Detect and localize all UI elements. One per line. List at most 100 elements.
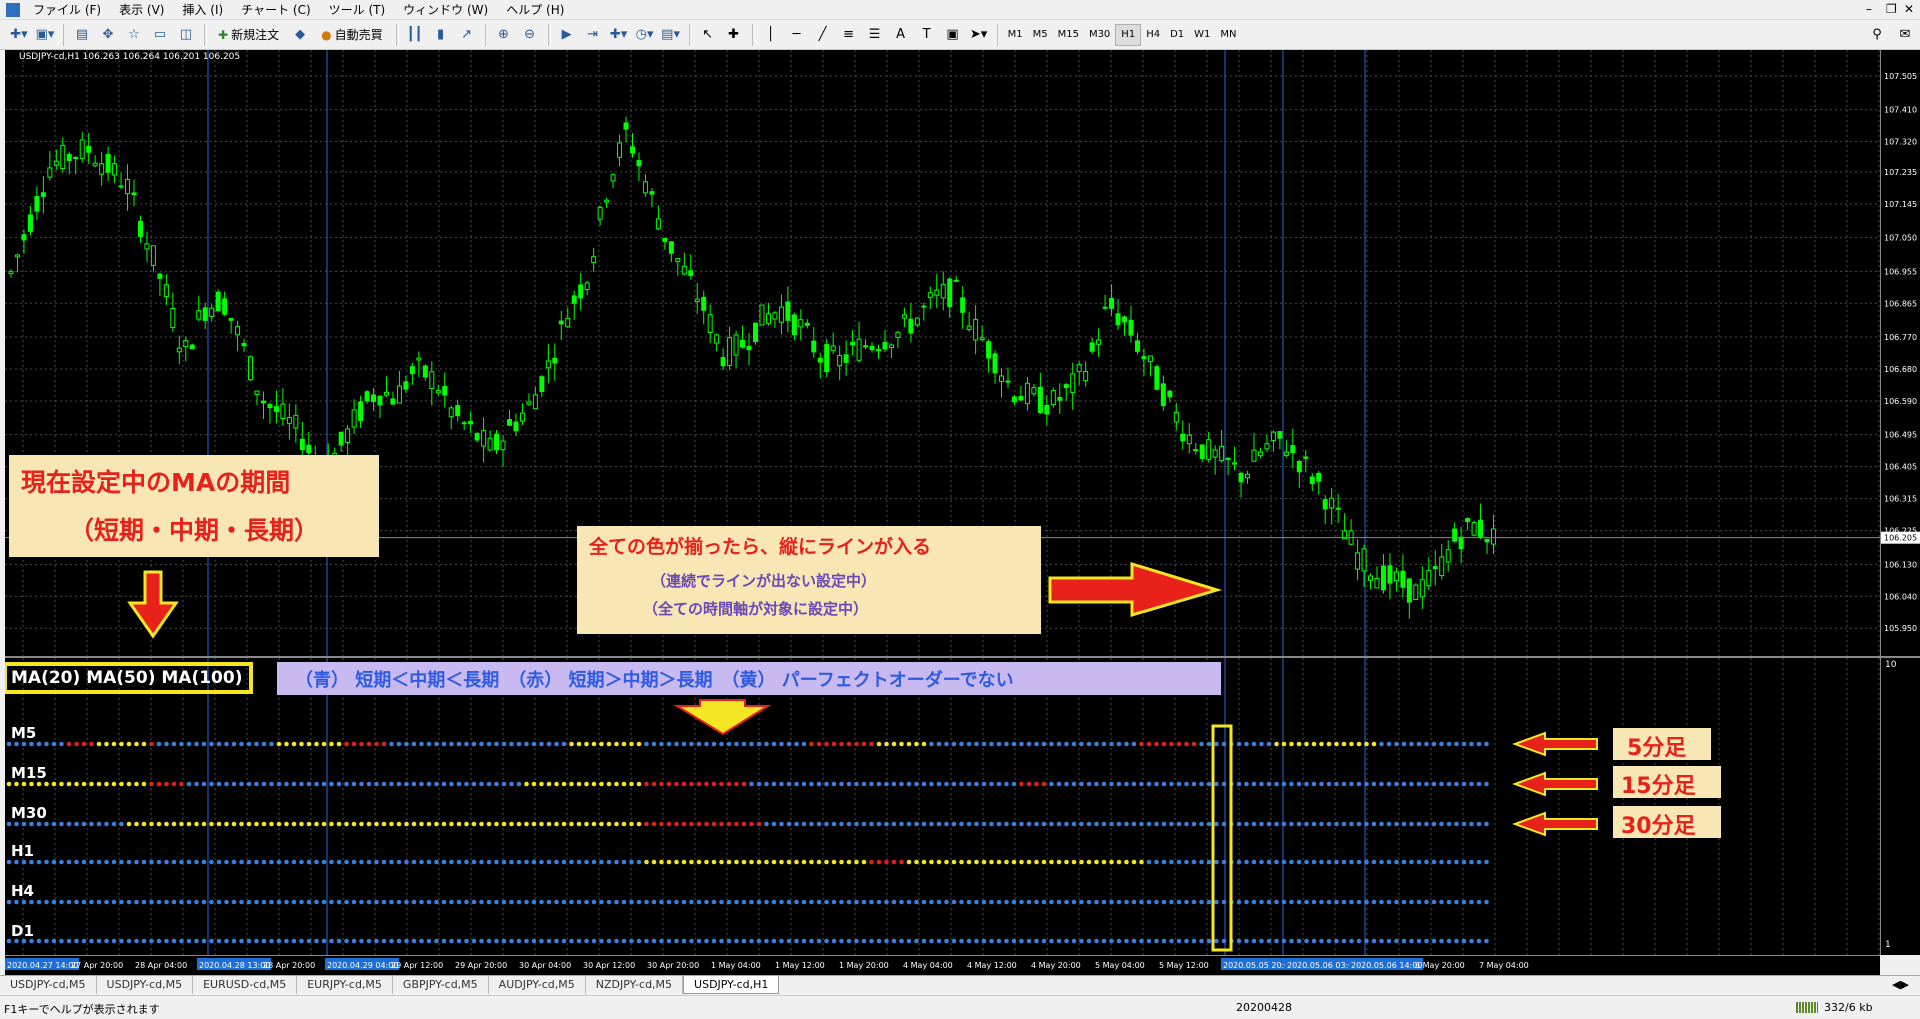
- channel-icon[interactable]: ≡: [838, 24, 860, 46]
- ma-order-dot: [149, 781, 154, 787]
- ma-order-dot: [509, 781, 514, 787]
- tf-mn[interactable]: MN: [1215, 25, 1241, 45]
- ma-order-dot: [1056, 859, 1062, 865]
- ma-order-dot: [1281, 859, 1287, 865]
- ma-order-dot: [951, 938, 957, 944]
- menu-file[interactable]: ファイル (F): [24, 1, 110, 18]
- horizontal-line-icon[interactable]: ─: [786, 24, 808, 46]
- ma-order-dot: [1041, 781, 1047, 787]
- text-label-icon[interactable]: T: [916, 24, 938, 46]
- indicators-icon[interactable]: ✚▾: [608, 24, 630, 46]
- auto-trade-button[interactable]: ● 自動売買: [315, 24, 389, 46]
- market-watch-icon[interactable]: ▤: [71, 24, 93, 46]
- ma-order-dot: [674, 859, 679, 865]
- ma-order-dot: [584, 821, 589, 827]
- profiles-icon[interactable]: ▣▾: [34, 24, 56, 46]
- new-order-button[interactable]: ✚ 新規注文: [212, 24, 285, 46]
- ma-order-dot: [389, 821, 394, 827]
- time-axis[interactable]: 2020.04.27 14:00 27 Apr 20:00 28 Apr 04:00…: [5, 955, 1880, 975]
- candle-body: [688, 270, 694, 276]
- chart-shift-icon[interactable]: ⇥: [582, 24, 604, 46]
- auto-scroll-icon[interactable]: ▶: [556, 24, 578, 46]
- ma-order-dot: [861, 781, 867, 787]
- navigator-icon[interactable]: ☆: [123, 24, 145, 46]
- tf-m15[interactable]: M15: [1053, 25, 1084, 45]
- ma-order-dot: [696, 781, 702, 787]
- ma-order-dot: [914, 781, 919, 787]
- ma-order-dot: [486, 821, 492, 827]
- ma-order-dot: [756, 938, 762, 944]
- zoom-in-icon[interactable]: ⊕: [493, 24, 515, 46]
- ma-order-dot: [854, 781, 859, 787]
- tf-d1[interactable]: D1: [1165, 25, 1189, 45]
- tf-h4[interactable]: H4: [1141, 25, 1165, 45]
- ma-order-dot: [576, 899, 582, 905]
- tf-w1[interactable]: W1: [1189, 25, 1215, 45]
- close-icon[interactable]: ✕: [1904, 2, 1914, 16]
- ma-order-dot: [854, 741, 859, 747]
- vertical-line-icon[interactable]: │: [760, 24, 782, 46]
- ma-order-dot: [1296, 781, 1302, 787]
- templates-icon[interactable]: ▤▾: [660, 24, 682, 46]
- menu-tools[interactable]: ツール (T): [320, 1, 395, 18]
- data-window-icon[interactable]: ✥: [97, 24, 119, 46]
- candle-body: [14, 254, 20, 258]
- arrows-icon[interactable]: ➤▾: [968, 24, 990, 46]
- ma-order-dot: [1214, 741, 1219, 747]
- indicator-window[interactable]: MA(20) MA(50) MA(100) （青） 短期＜中期＜長期 （赤） 短…: [5, 658, 1880, 955]
- tab-audjpy-m5[interactable]: AUDJPY-cd,M5: [489, 976, 586, 994]
- ma-order-dot: [344, 938, 349, 944]
- ma-order-dot: [396, 938, 402, 944]
- text-icon[interactable]: A: [890, 24, 912, 46]
- crosshair-icon[interactable]: ✚: [723, 24, 745, 46]
- candle-body: [1303, 456, 1309, 459]
- tabs-scroll-icon[interactable]: ◀▶: [1892, 978, 1909, 991]
- tab-usdjpy-m5[interactable]: USDJPY-cd,M5: [0, 976, 97, 994]
- tf-m5[interactable]: M5: [1028, 25, 1053, 45]
- tester-icon[interactable]: ◫: [175, 24, 197, 46]
- candle-body: [500, 440, 506, 451]
- menu-view[interactable]: 表示 (V): [110, 1, 173, 18]
- menu-window[interactable]: ウィンドウ (W): [394, 1, 497, 18]
- tab-usdjpy-h1[interactable]: USDJPY-cd,H1: [683, 976, 780, 994]
- candle-body: [1270, 431, 1276, 442]
- rectangle-icon[interactable]: ▣: [942, 24, 964, 46]
- tab-gbpjpy-m5[interactable]: GBPJPY-cd,M5: [393, 976, 489, 994]
- tab-nzdjpy-m5[interactable]: NZDJPY-cd,M5: [586, 976, 684, 994]
- candle-body: [1471, 522, 1477, 536]
- bar-chart-icon[interactable]: ┃┃: [404, 24, 426, 46]
- chat-icon[interactable]: ✉: [1894, 24, 1916, 46]
- tab-usdjpy-m5-2[interactable]: USDJPY-cd,M5: [97, 976, 194, 994]
- ma-order-dot: [194, 781, 199, 787]
- tab-eurjpy-m5[interactable]: EURJPY-cd,M5: [297, 976, 393, 994]
- ma-order-dot: [1131, 821, 1137, 827]
- cursor-icon[interactable]: ↖: [697, 24, 719, 46]
- tf-m1[interactable]: M1: [1003, 25, 1028, 45]
- trend-line-icon[interactable]: ╱: [812, 24, 834, 46]
- main-chart[interactable]: 現在設定中のMAの期間 （短期・中期・長期） 全ての色が揃ったら、縦にラインが入…: [5, 50, 1880, 656]
- line-chart-icon[interactable]: ↗: [456, 24, 478, 46]
- menu-help[interactable]: ヘルプ (H): [497, 1, 573, 18]
- fibonacci-icon[interactable]: ☰: [864, 24, 886, 46]
- zoom-out-icon[interactable]: ⊖: [519, 24, 541, 46]
- candle-chart-icon[interactable]: ▮: [430, 24, 452, 46]
- price-axis[interactable]: 107.505 107.410 107.320 107.235 107.145 107.0…: [1880, 50, 1920, 656]
- toolbar-separator: [751, 23, 753, 46]
- search-icon[interactable]: ⚲: [1866, 24, 1888, 46]
- minimize-icon[interactable]: –: [1866, 2, 1872, 16]
- menu-chart[interactable]: チャート (C): [232, 1, 319, 18]
- periods-icon[interactable]: ◷▾: [634, 24, 656, 46]
- metaeditor-icon[interactable]: ◆: [289, 24, 311, 46]
- tab-eurusd-m5[interactable]: EURUSD-cd,M5: [193, 976, 298, 994]
- candle-body: [623, 122, 629, 130]
- ma-order-dot: [1386, 899, 1392, 905]
- new-chart-icon[interactable]: ✚▾: [8, 24, 30, 46]
- ma-order-dot: [66, 821, 72, 827]
- menu-insert[interactable]: 挿入 (I): [173, 1, 232, 18]
- ma-order-dot: [1019, 938, 1024, 944]
- restore-icon[interactable]: ❐: [1886, 2, 1897, 16]
- terminal-icon[interactable]: ▭: [149, 24, 171, 46]
- tf-m30[interactable]: M30: [1084, 25, 1115, 45]
- tf-h1[interactable]: H1: [1115, 23, 1142, 46]
- ma-order-dot: [479, 938, 484, 944]
